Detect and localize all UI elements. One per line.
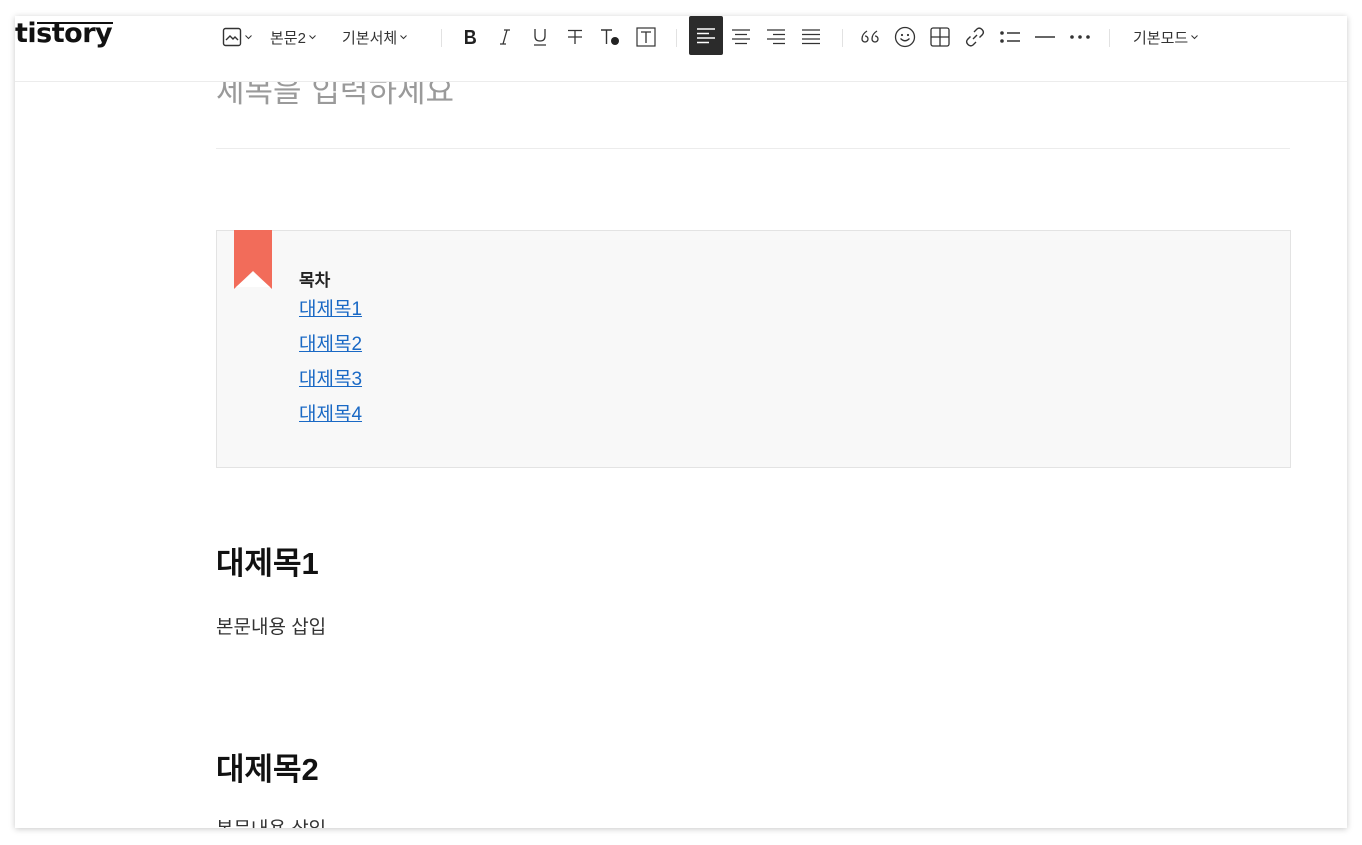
more-icon (1070, 35, 1090, 39)
toc-title: 목차 (299, 271, 331, 291)
font-select[interactable]: 기본서체 (342, 16, 408, 58)
table-of-contents: 목차 대제목1 대제목2 대제목3 대제목4 (216, 230, 1291, 468)
toolbar-separator (441, 29, 442, 47)
editor-content[interactable]: 제목을 입력하세요 목차 대제목1 대제목2 대제목3 대제목4 대제목1 본문… (15, 16, 1347, 828)
text-background-button[interactable] (629, 16, 663, 58)
toolbar-separator (676, 29, 677, 47)
emoticon-icon (894, 26, 916, 48)
image-icon (222, 27, 242, 47)
section-heading-1[interactable]: 대제목1 (216, 538, 319, 583)
toc-list: 대제목1 대제목2 대제목3 대제목4 (299, 298, 362, 438)
insert-image-button[interactable] (218, 16, 256, 58)
toc-item: 대제목1 (299, 298, 362, 333)
align-justify-button[interactable] (794, 16, 828, 58)
align-center-icon (732, 29, 750, 45)
italic-button[interactable] (488, 16, 522, 58)
divider-icon (1035, 36, 1055, 38)
chevron-down-icon (1191, 34, 1199, 39)
mode-select[interactable]: 기본모드 (1133, 16, 1199, 58)
mode-label: 기본모드 (1133, 29, 1189, 47)
list-icon (1000, 31, 1020, 43)
table-button[interactable] (923, 16, 957, 58)
toolbar-separator (1109, 29, 1110, 47)
bookmark-icon (234, 230, 272, 289)
align-left-button[interactable] (689, 16, 723, 55)
section-heading-2[interactable]: 대제목2 (216, 744, 319, 789)
tistory-logo[interactable]: tistory (15, 18, 113, 49)
editor-window: 제목을 입력하세요 목차 대제목1 대제목2 대제목3 대제목4 대제목1 본문… (15, 16, 1347, 828)
chevron-down-icon (245, 34, 252, 39)
toc-item: 대제목2 (299, 333, 362, 368)
text-background-icon (636, 27, 656, 47)
bold-button[interactable] (453, 16, 487, 58)
emoticon-button[interactable] (888, 16, 922, 58)
italic-icon (500, 29, 510, 45)
link-button[interactable] (958, 16, 992, 58)
toc-link-1[interactable]: 대제목1 (299, 299, 362, 320)
paragraph-style-label: 본문2 (270, 29, 306, 47)
align-justify-icon (802, 29, 820, 45)
chevron-down-icon (309, 34, 316, 39)
toc-link-2[interactable]: 대제목2 (299, 334, 362, 355)
align-center-button[interactable] (724, 16, 758, 58)
divider-button[interactable] (1028, 16, 1062, 58)
text-color-button[interactable] (593, 16, 627, 58)
paragraph-style-select[interactable]: 본문2 (270, 16, 316, 58)
underline-button[interactable] (523, 16, 557, 58)
quote-icon (861, 30, 879, 43)
table-icon (930, 27, 950, 47)
more-button[interactable] (1063, 16, 1097, 58)
toolbar-separator (842, 29, 843, 47)
link-icon (965, 27, 985, 47)
section-body-1[interactable]: 본문내용 삽입 (216, 612, 326, 639)
toc-link-4[interactable]: 대제목4 (299, 404, 362, 425)
underline-icon (534, 29, 546, 46)
toc-item: 대제목4 (299, 403, 362, 438)
editor-toolbar: tistory 본문2 기본서체 기본모드 (15, 16, 1347, 82)
logo-bar (37, 22, 113, 24)
strikethrough-button[interactable] (558, 16, 592, 58)
section-body-2[interactable]: 본문내용 삽입 (216, 814, 326, 828)
align-right-button[interactable] (759, 16, 793, 58)
list-button[interactable] (993, 16, 1027, 58)
strikethrough-icon (568, 29, 582, 44)
quote-button[interactable] (853, 16, 887, 58)
title-divider (216, 148, 1290, 149)
align-right-icon (767, 29, 785, 45)
align-left-icon (697, 27, 715, 43)
toc-link-3[interactable]: 대제목3 (299, 369, 362, 390)
text-color-icon (601, 29, 619, 45)
chevron-down-icon (400, 34, 408, 39)
toc-item: 대제목3 (299, 368, 362, 403)
bold-icon (465, 30, 476, 44)
font-label: 기본서체 (342, 29, 398, 47)
